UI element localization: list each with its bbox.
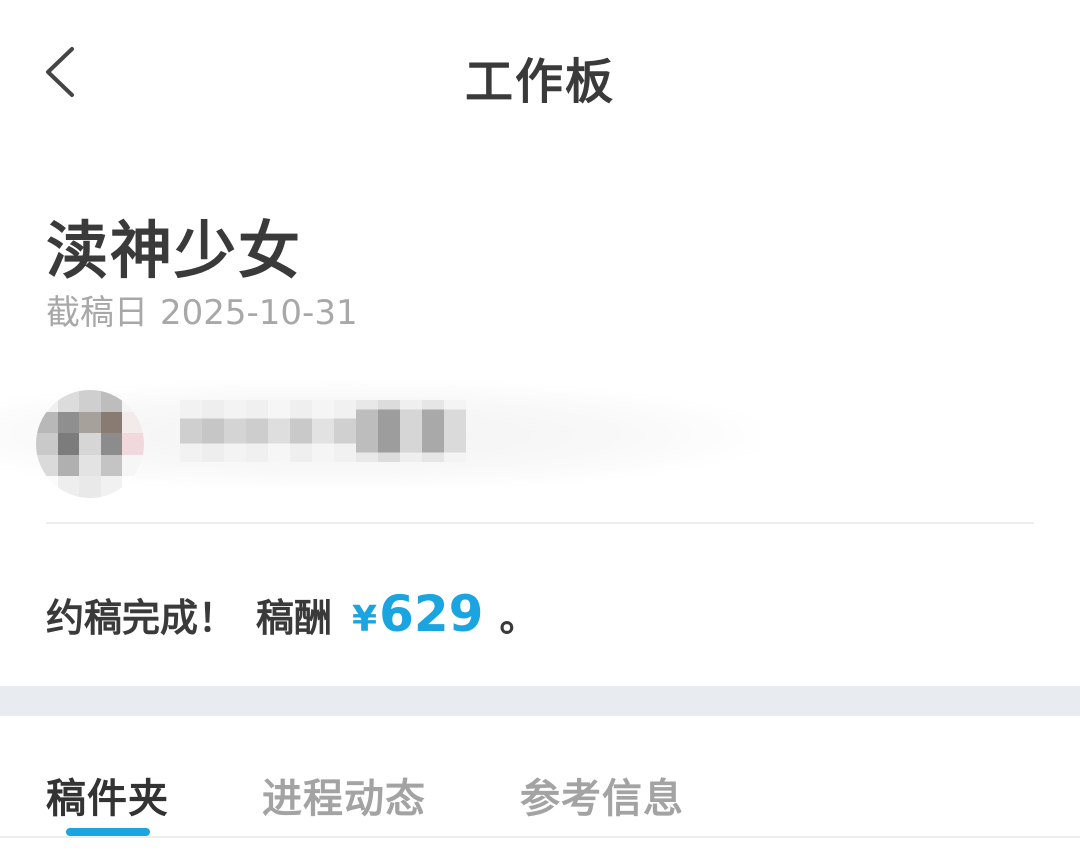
page-title: 工作板 [464,54,615,110]
tab-reference[interactable]: 参考信息 [520,766,684,824]
section-gap [0,686,1080,716]
currency-symbol: ¥ [352,599,378,640]
tab-drafts[interactable]: 稿件夹 [46,766,169,824]
period-mark: 。 [499,596,538,640]
deadline-date: 2025-10-31 [160,293,358,333]
tabs-divider [0,836,1080,838]
fee-label: 稿酬 [256,596,333,640]
status-message: 约稿完成！ [46,596,237,640]
username-blurred [180,400,466,462]
deadline: 截稿日 2025-10-31 [46,285,358,334]
fee-amount: 629 [379,585,484,643]
top-bar: 工作板 [0,0,1080,150]
work-title: 渎神少女 [46,214,303,287]
completion-status: 约稿完成！ 稿酬 ¥ 629 。 [46,585,537,643]
tab-progress[interactable]: 进程动态 [262,766,426,824]
deadline-label: 截稿日 [46,293,148,333]
user-row[interactable] [0,370,760,500]
avatar[interactable] [36,390,144,498]
divider [46,522,1034,524]
active-tab-indicator [66,828,150,836]
tab-bar: 稿件夹 进程动态 参考信息 [0,716,1080,838]
